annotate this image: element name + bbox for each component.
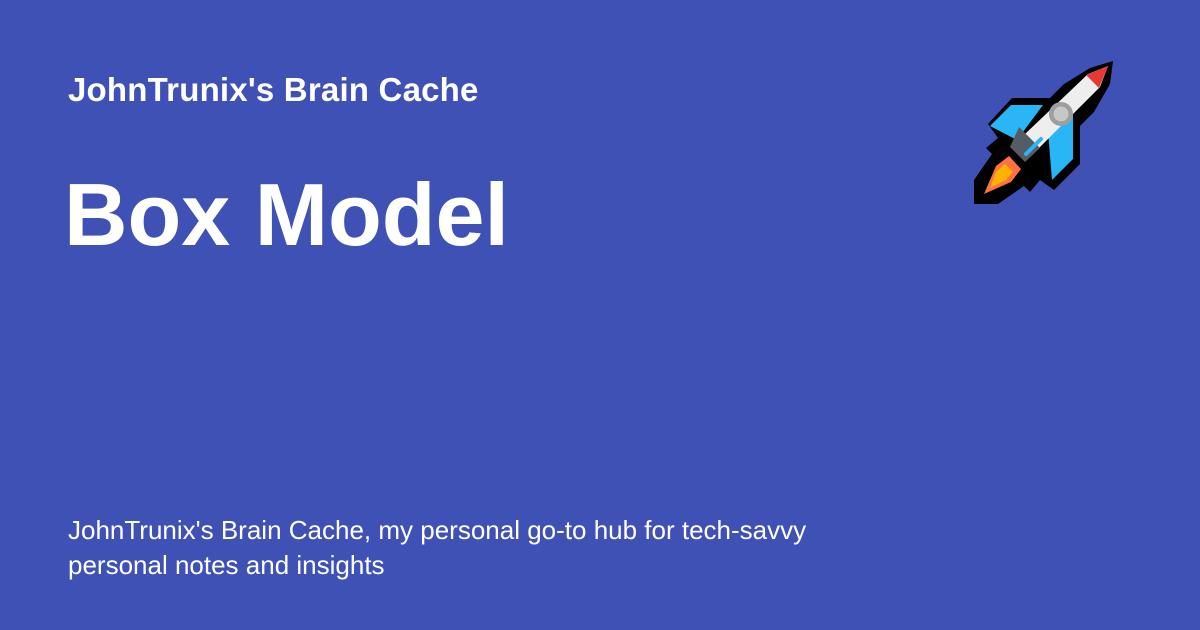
post-title: Box Model — [64, 165, 509, 264]
rocket-icon — [974, 61, 1113, 204]
site-name: JohnTrunix's Brain Cache — [68, 71, 479, 108]
social-card: JohnTrunix's Brain Cache Box Model JohnT… — [0, 0, 1200, 630]
post-description: JohnTrunix's Brain Cache, my personal go… — [68, 515, 807, 580]
